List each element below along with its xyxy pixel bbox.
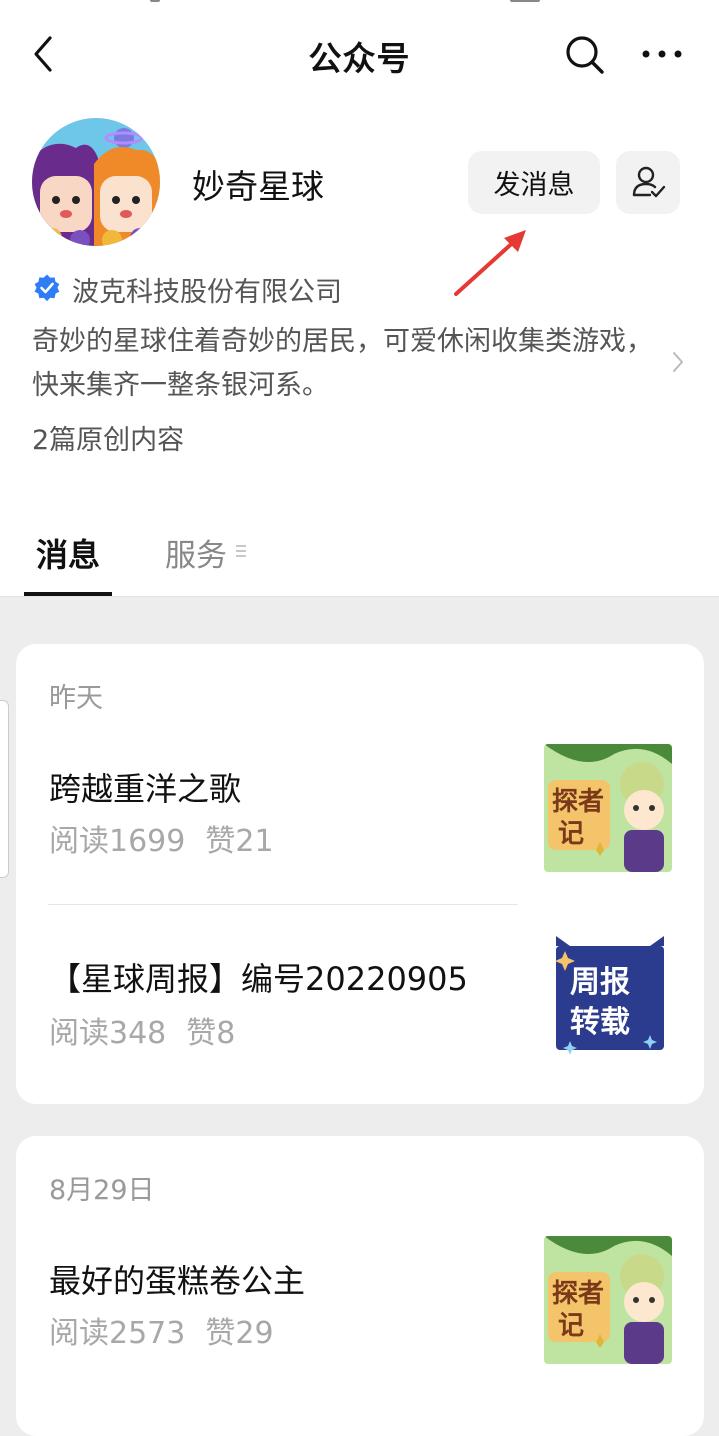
article-stats: 阅读1699 赞21 [49, 816, 294, 860]
message-group-card: 昨天 跨越重洋之歌 阅读1699 赞21 探者 记 【星球周报】编号2022090… [16, 644, 704, 1104]
group-date: 8月29日 [49, 1175, 155, 1206]
article-likes: 赞29 [205, 1316, 274, 1351]
article-thumbnail[interactable]: 探者 记 [544, 744, 672, 872]
article-title[interactable]: 跨越重洋之歌 [49, 764, 241, 810]
status-bar [0, 0, 719, 6]
article-reads: 阅读1699 [49, 824, 186, 859]
account-name: 妙奇星球 [192, 167, 324, 206]
message-group-card: 8月29日 最好的蛋糕卷公主 阅读2573 赞29 探者 记 [16, 1136, 704, 1436]
article-likes: 赞21 [205, 824, 274, 859]
verified-badge-icon [34, 274, 60, 302]
svg-text:探者: 探者 [552, 787, 604, 817]
article-likes: 赞8 [186, 1016, 236, 1051]
tab-messages[interactable]: 消息 [36, 530, 100, 576]
header-divider [0, 596, 719, 597]
annotation-arrow-icon [454, 230, 526, 296]
article-thumbnail[interactable]: 探者 记 [544, 1236, 672, 1364]
article-thumbnail[interactable]: 周报 转载 [548, 936, 672, 1060]
company-name: 波克科技股份有限公司 [72, 277, 342, 308]
menu-lines-icon [236, 545, 246, 557]
more-icon[interactable] [640, 34, 684, 74]
svg-text:记: 记 [558, 1311, 584, 1341]
thumb-text: 转载 [570, 1005, 630, 1040]
send-message-button[interactable]: 发消息 [468, 151, 600, 214]
account-description[interactable]: 奇妙的星球住着奇妙的居民，可爱休闲收集类游戏，快来集齐一整条银河系。 [32, 320, 662, 408]
edge-handle[interactable] [0, 700, 9, 878]
article-stats: 阅读2573 赞29 [49, 1308, 294, 1352]
group-date: 昨天 [49, 683, 103, 714]
tab-services[interactable]: 服务 [165, 530, 227, 575]
article-stats: 阅读348 赞8 [49, 1008, 255, 1052]
account-avatar[interactable] [32, 118, 160, 246]
article-reads: 阅读348 [49, 1016, 167, 1051]
search-icon[interactable] [562, 32, 606, 76]
thumb-text: 周报 [570, 965, 630, 1000]
svg-text:探者: 探者 [552, 1279, 604, 1309]
article-title[interactable]: 【星球周报】编号20220905 [49, 954, 468, 1000]
page-title: 公众号 [308, 39, 411, 78]
svg-text:记: 记 [558, 819, 584, 849]
article-separator [48, 904, 518, 905]
chevron-right-icon[interactable] [668, 348, 688, 376]
article-title[interactable]: 最好的蛋糕卷公主 [49, 1256, 305, 1302]
original-content-count: 2篇原创内容 [32, 425, 185, 456]
article-reads: 阅读2573 [49, 1316, 186, 1351]
user-check-icon[interactable] [616, 151, 680, 214]
